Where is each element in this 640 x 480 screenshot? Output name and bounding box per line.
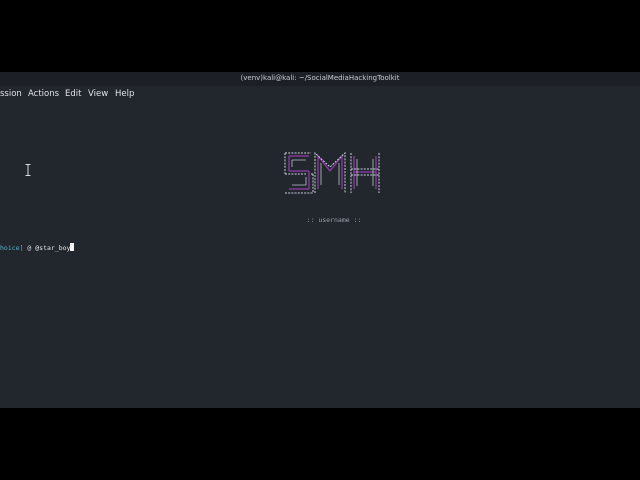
- terminal-prompt-line[interactable]: hoice] @ @star_boy: [0, 243, 75, 253]
- terminal-window[interactable]: (venv)kali@kali: ~/SocialMediaHackingToo…: [0, 72, 640, 408]
- text-cursor-block: [70, 243, 75, 251]
- menu-session[interactable]: ssion: [0, 89, 22, 99]
- ibeam-cursor-icon: [25, 164, 31, 176]
- prompt-symbol: @: [27, 244, 32, 252]
- menu-help[interactable]: Help: [115, 89, 134, 99]
- menu-actions[interactable]: Actions: [28, 89, 59, 99]
- menu-view[interactable]: View: [88, 89, 108, 99]
- window-titlebar[interactable]: (venv)kali@kali: ~/SocialMediaHackingToo…: [0, 72, 640, 86]
- username-subtitle: :: username ::: [306, 216, 362, 224]
- username-input[interactable]: @star_boy: [35, 244, 70, 252]
- terminal-output[interactable]: :: username :: hoice] @ @star_boy: [0, 102, 640, 408]
- menu-edit[interactable]: Edit: [65, 89, 81, 99]
- window-title: (venv)kali@kali: ~/SocialMediaHackingToo…: [240, 74, 400, 82]
- menu-bar: ssion Actions Edit View Help: [0, 86, 640, 102]
- prompt-prefix: hoice]: [0, 244, 24, 252]
- screen-frame: (venv)kali@kali: ~/SocialMediaHackingToo…: [0, 0, 640, 480]
- smh-banner-logo: [284, 151, 380, 194]
